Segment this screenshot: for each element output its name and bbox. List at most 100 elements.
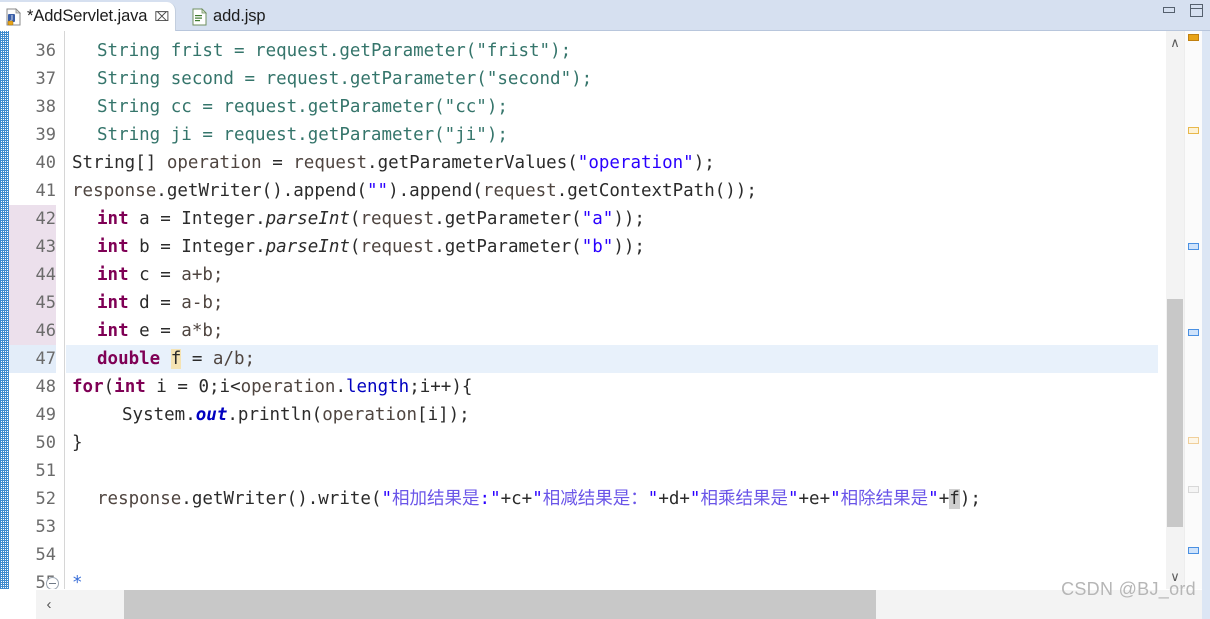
gutter-line[interactable]: 53 [9, 513, 56, 541]
code-token: operation [240, 377, 336, 397]
code-line[interactable]: int a = Integer.parseInt(request.getPara… [66, 205, 1158, 233]
line-number: 37 [35, 69, 56, 89]
code-line[interactable]: int e = a*b; [66, 317, 1158, 345]
code-token: ( [349, 237, 361, 257]
vertical-scrollbar-thumb[interactable] [1167, 299, 1183, 527]
gutter-line[interactable]: 54 [9, 541, 56, 569]
code-line[interactable]: String second = request.getParameter("se… [66, 65, 1158, 93]
code-line[interactable]: System.out.println(operation[i]); [66, 401, 1158, 429]
code-line[interactable]: int d = a-b; [66, 289, 1158, 317]
code-token: = [181, 349, 213, 369]
gutter-line[interactable]: 43 [9, 233, 56, 261]
code-line[interactable]: String cc = request.getParameter("cc"); [66, 93, 1158, 121]
gutter-line[interactable]: 48 [9, 373, 56, 401]
code-token: "frist" [476, 41, 551, 61]
code-token: ;i++){ [409, 377, 473, 397]
gutter-line[interactable]: 41 [9, 177, 56, 205]
code-token: ( [567, 153, 578, 173]
close-icon[interactable]: ⌧ [154, 10, 169, 23]
code-token: String ji = request.getParameter("ji"); [97, 125, 508, 145]
code-token: . [328, 41, 340, 61]
code-line[interactable]: int b = Integer.parseInt(request.getPara… [66, 233, 1158, 261]
code-line[interactable]: * [66, 569, 1158, 589]
fold-collapse-icon[interactable] [46, 577, 59, 589]
tab-add-jsp[interactable]: add.jsp [186, 2, 272, 31]
gutter-line[interactable]: 45 [9, 289, 56, 317]
gutter-line[interactable]: 52 [9, 485, 56, 513]
scroll-down-icon[interactable]: ∨ [1166, 567, 1184, 587]
maximize-button[interactable] [1189, 4, 1204, 17]
scroll-up-icon[interactable]: ∧ [1166, 33, 1184, 53]
gutter-line[interactable]: 47 [9, 345, 56, 373]
gutter-line[interactable]: 39 [9, 121, 56, 149]
code-token: " [647, 489, 659, 509]
code-line[interactable] [66, 541, 1158, 569]
gutter-line[interactable]: 38 [9, 93, 56, 121]
gutter-line[interactable]: 46 [9, 317, 56, 345]
code-token: )); [613, 209, 645, 229]
code-line[interactable]: response.getWriter().write("相加结果是:"+c+"相… [66, 485, 1158, 513]
code-line[interactable]: String ji = request.getParameter("ji"); [66, 121, 1158, 149]
bottom-left-corner [0, 590, 36, 619]
code-token: operation [166, 153, 262, 173]
code-token: = [261, 153, 294, 173]
line-number: 39 [35, 125, 56, 145]
overview-marker-warning-solid[interactable] [1188, 34, 1199, 41]
horizontal-scrollbar[interactable]: ‹ [36, 590, 1202, 619]
overview-marker-occurrence[interactable] [1188, 547, 1199, 554]
jsp-file-icon [191, 7, 208, 26]
code-token: . [255, 237, 266, 257]
scroll-left-icon[interactable]: ‹ [36, 590, 62, 619]
code-text-area[interactable]: String frist = request.getParameter("fri… [66, 31, 1158, 589]
horizontal-scrollbar-thumb[interactable] [124, 590, 876, 619]
code-token: request [482, 181, 557, 201]
code-line[interactable] [66, 513, 1158, 541]
line-number: 53 [35, 517, 56, 537]
code-token: [i]); [417, 405, 470, 425]
code-token: getParameterValues [377, 153, 568, 173]
code-line[interactable] [66, 457, 1158, 485]
tab-addservlet-java[interactable]: J *AddServlet.java ⌧ [0, 2, 177, 31]
line-number: 54 [35, 545, 56, 565]
overview-marker-occurrence[interactable] [1188, 329, 1199, 336]
overview-marker-warning[interactable] [1188, 127, 1199, 134]
code-token: f [170, 349, 182, 369]
overview-ruler[interactable] [1184, 31, 1202, 589]
code-token: parseInt [265, 237, 350, 257]
code-line[interactable]: } [66, 429, 1158, 457]
code-token: .println( [227, 405, 323, 425]
code-line[interactable]: String frist = request.getParameter("fri… [66, 37, 1158, 65]
code-line[interactable]: String[] operation = request.getParamete… [66, 149, 1158, 177]
code-token: a*b; [181, 321, 224, 341]
code-token: " [689, 489, 701, 509]
code-token: " [532, 489, 543, 509]
code-editor[interactable]: 3637383940414243444546474849505152535455… [0, 31, 1210, 589]
vertical-scrollbar[interactable]: ∧ ∨ [1166, 31, 1184, 589]
code-line[interactable]: response.getWriter().append("").append(r… [66, 177, 1158, 205]
gutter-line[interactable]: 51 [9, 457, 56, 485]
code-token: Integer [181, 209, 256, 229]
code-token: ); [693, 153, 715, 173]
code-token: response [72, 181, 157, 201]
gutter-line[interactable]: 37 [9, 65, 56, 93]
gutter-line[interactable]: 40 [9, 149, 56, 177]
gutter-line[interactable]: 49 [9, 401, 56, 429]
overview-marker-warning[interactable] [1188, 437, 1199, 444]
overview-marker-info[interactable] [1188, 486, 1199, 493]
code-token: " [787, 489, 799, 509]
overview-marker-occurrence[interactable] [1188, 243, 1199, 250]
gutter-line[interactable]: 36 [9, 37, 56, 65]
gutter-line[interactable]: 42 [9, 205, 56, 233]
minimize-button[interactable] [1162, 4, 1177, 17]
code-line[interactable]: double f = a/b; [66, 345, 1158, 373]
code-token: String [97, 41, 161, 61]
gutter-line[interactable]: 50 [9, 429, 56, 457]
right-edge-panel [1202, 31, 1210, 619]
line-number: 52 [35, 489, 56, 509]
code-token: String[] [72, 153, 167, 173]
code-token: a+b; [181, 265, 224, 285]
gutter-line[interactable]: 44 [9, 261, 56, 289]
code-line[interactable]: for(int i = 0;i<operation.length;i++){ [66, 373, 1158, 401]
code-line[interactable]: int c = a+b; [66, 261, 1158, 289]
